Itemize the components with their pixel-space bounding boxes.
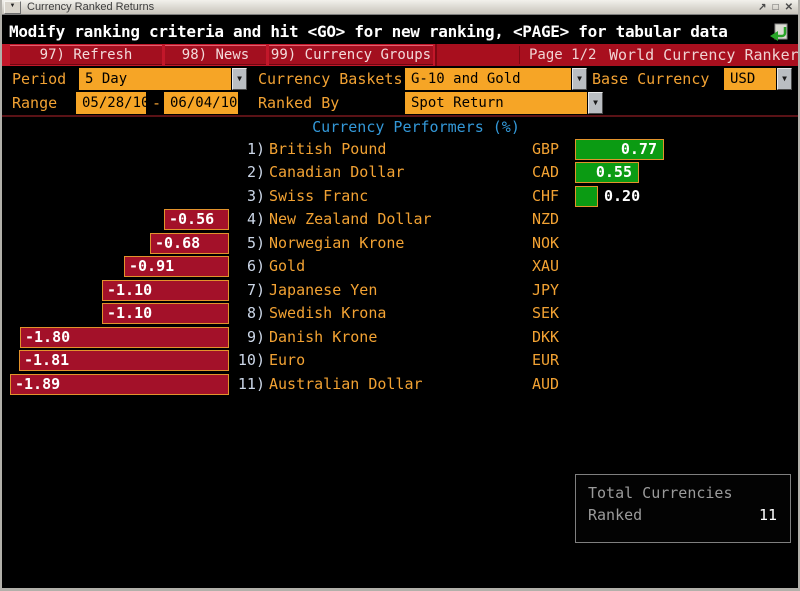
currency-baskets-label: Currency Baskets: [258, 68, 403, 90]
ranking-row: 9)Danish KroneDKK-1.80: [2, 327, 798, 348]
window-menu-button[interactable]: ▼: [4, 1, 21, 14]
window-title: Currency Ranked Returns: [27, 1, 758, 13]
maximize-icon[interactable]: □: [773, 2, 779, 13]
terminal-screen: Modify ranking criteria and hit <GO> for…: [2, 15, 798, 588]
range-end-input[interactable]: 06/04/10: [164, 92, 238, 114]
close-icon[interactable]: ✕: [785, 2, 793, 13]
period-label: Period: [12, 68, 66, 90]
currency-name[interactable]: Canadian Dollar: [269, 162, 404, 183]
ranking-row: 8)Swedish KronaSEK-1.10: [2, 303, 798, 324]
menu-item-currency-groups[interactable]: 99) Currency Groups: [269, 45, 433, 65]
instruction-message: Modify ranking criteria and hit <GO> for…: [9, 22, 728, 41]
currency-code: AUD: [532, 374, 559, 395]
currency-code: XAU: [532, 256, 559, 277]
menu-item-news[interactable]: 98) News: [165, 45, 266, 65]
base-currency-select[interactable]: USD: [724, 68, 776, 90]
return-value-label: -0.68: [155, 233, 200, 254]
currency-name[interactable]: Swedish Krona: [269, 303, 386, 324]
period-select[interactable]: 5 Day: [79, 68, 231, 90]
currency-name[interactable]: Japanese Yen: [269, 280, 377, 301]
positive-return-bar: [575, 186, 598, 207]
currency-name[interactable]: Australian Dollar: [269, 374, 423, 395]
currency-baskets-select[interactable]: G-10 and Gold: [405, 68, 571, 90]
currency-name[interactable]: Gold: [269, 256, 305, 277]
total-currencies-value: 11: [759, 506, 777, 524]
ranking-row: 2)Canadian Dollar CAD 0.55: [2, 162, 798, 183]
currency-name[interactable]: Euro: [269, 350, 305, 371]
currency-code: DKK: [532, 327, 559, 348]
currency-code: NOK: [532, 233, 559, 254]
total-currencies-box: Total Currencies Ranked 11: [575, 474, 791, 543]
return-value-label: 0.55: [575, 162, 632, 183]
form-separator: [2, 115, 798, 117]
return-value-label: 0.77: [575, 139, 657, 160]
menu-divider: [519, 46, 520, 64]
app-title: World Currency Ranker: [609, 44, 799, 66]
terminal-window: ▼ Currency Ranked Returns ↗ □ ✕ Modify r…: [0, 0, 800, 591]
return-value-label: -1.81: [24, 350, 69, 371]
range-start-input[interactable]: 05/28/10: [76, 92, 146, 114]
currency-code: EUR: [532, 350, 559, 371]
return-value-label: -1.80: [25, 327, 70, 348]
ranking-row: 10)EuroEUR-1.81: [2, 350, 798, 371]
currency-name[interactable]: Swiss Franc: [269, 186, 368, 207]
ranking-row: 7)Japanese YenJPY-1.10: [2, 280, 798, 301]
ranking-row: 6)GoldXAU-0.91: [2, 256, 798, 277]
chart-title: Currency Performers (%): [32, 118, 800, 136]
return-value-label: -0.91: [129, 256, 174, 277]
ranked-by-select[interactable]: Spot Return: [405, 92, 587, 114]
currency-code: CAD: [532, 162, 559, 183]
return-value-label: -1.10: [107, 303, 152, 324]
ranking-row: 11)Australian DollarAUD-1.89: [2, 374, 798, 395]
menu-item-refresh[interactable]: 97) Refresh: [10, 45, 162, 65]
base-currency-dropdown-arrow-icon[interactable]: ▼: [777, 68, 792, 90]
shade-icon[interactable]: ↗: [758, 2, 766, 13]
ranked-by-label: Ranked By: [258, 92, 339, 114]
currency-name[interactable]: British Pound: [269, 139, 386, 160]
export-arrow-icon[interactable]: [768, 23, 790, 43]
base-currency-label: Base Currency: [592, 68, 709, 90]
rank-number[interactable]: 2): [172, 162, 265, 183]
currency-code: CHF: [532, 186, 559, 207]
currency-name[interactable]: Danish Krone: [269, 327, 377, 348]
currency-code: SEK: [532, 303, 559, 324]
return-value-label: -1.10: [107, 280, 152, 301]
currency-code: NZD: [532, 209, 559, 230]
rank-number[interactable]: 1): [172, 139, 265, 160]
currency-name[interactable]: New Zealand Dollar: [269, 209, 432, 230]
currency-code: GBP: [532, 139, 559, 160]
ranking-row: 5)Norwegian KroneNOK-0.68: [2, 233, 798, 254]
ranking-row: 4)New Zealand DollarNZD-0.56: [2, 209, 798, 230]
menu-bar: 97) Refresh 98) News 99) Currency Groups…: [2, 44, 798, 66]
range-label: Range: [12, 92, 57, 114]
menu-right-panel: Page 1/2 World Currency Ranker: [435, 44, 798, 66]
return-value-label: -0.56: [169, 209, 214, 230]
ranking-row: 1)British Pound GBP 0.77: [2, 139, 798, 160]
currency-name[interactable]: Norwegian Krone: [269, 233, 404, 254]
ranking-row: 3)Swiss Franc CHF 0.20: [2, 186, 798, 207]
range-separator: -: [152, 92, 161, 114]
rank-number[interactable]: 3): [172, 186, 265, 207]
page-indicator: Page 1/2: [529, 44, 596, 66]
ranked-by-dropdown-arrow-icon[interactable]: ▼: [588, 92, 603, 114]
period-dropdown-arrow-icon[interactable]: ▼: [232, 68, 247, 90]
return-value-label: 0.20: [604, 186, 640, 207]
return-value-label: -1.89: [15, 374, 60, 395]
title-bar: ▼ Currency Ranked Returns ↗ □ ✕: [2, 0, 798, 15]
currency-baskets-dropdown-arrow-icon[interactable]: ▼: [572, 68, 587, 90]
total-currencies-label: Total Currencies: [588, 484, 733, 502]
currency-code: JPY: [532, 280, 559, 301]
total-ranked-label: Ranked: [588, 506, 642, 524]
currency-ranking-list: 1)British Pound GBP 0.77 2)Canadian Dollar C…: [2, 139, 798, 419]
window-controls: ↗ □ ✕: [758, 2, 793, 13]
